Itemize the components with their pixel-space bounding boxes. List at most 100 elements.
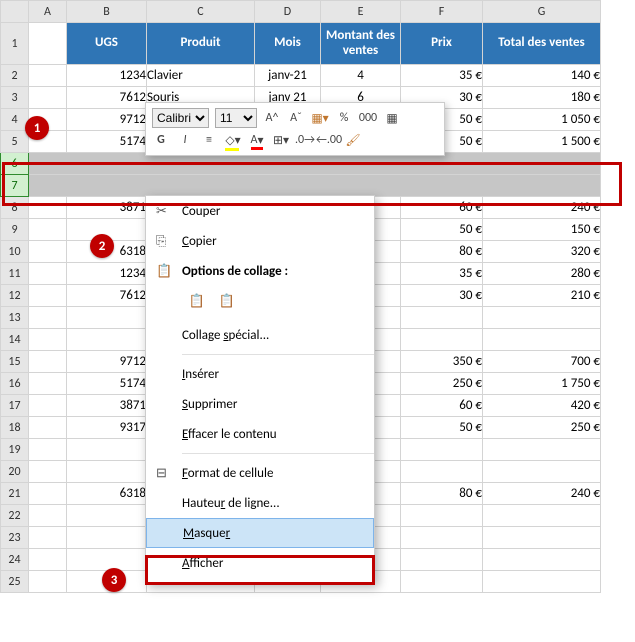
cell[interactable]	[29, 571, 67, 593]
row-header[interactable]: 6	[1, 153, 29, 175]
cell[interactable]	[29, 439, 67, 461]
cell[interactable]	[67, 549, 147, 571]
cell[interactable]: 240 €	[483, 483, 601, 505]
cell[interactable]	[401, 439, 483, 461]
cell[interactable]: 1 050 €	[483, 109, 601, 131]
row-header[interactable]: 5	[1, 131, 29, 153]
cell[interactable]	[29, 65, 67, 87]
row-header[interactable]: 2	[1, 65, 29, 87]
cell[interactable]: 250 €	[483, 417, 601, 439]
cell[interactable]: 1234	[67, 65, 147, 87]
cell[interactable]	[29, 461, 67, 483]
cell[interactable]	[483, 527, 601, 549]
comma-style-icon[interactable]: 000	[359, 109, 377, 127]
row-header[interactable]: 16	[1, 373, 29, 395]
column-header[interactable]: E	[321, 1, 401, 23]
cell[interactable]: 9712	[67, 109, 147, 131]
cell[interactable]: 60 €	[401, 197, 483, 219]
cell[interactable]	[67, 527, 147, 549]
cell[interactable]	[29, 307, 67, 329]
cell[interactable]	[401, 307, 483, 329]
cell[interactable]: 210 €	[483, 285, 601, 307]
cell[interactable]	[483, 329, 601, 351]
row-header[interactable]: 10	[1, 241, 29, 263]
cell[interactable]	[29, 263, 67, 285]
cell[interactable]	[29, 87, 67, 109]
cell[interactable]	[29, 549, 67, 571]
cell[interactable]	[29, 219, 67, 241]
cell[interactable]: 50 €	[401, 219, 483, 241]
row-header[interactable]: 18	[1, 417, 29, 439]
cell[interactable]: 80 €	[401, 241, 483, 263]
cell[interactable]: 3871	[67, 197, 147, 219]
cell[interactable]	[29, 285, 67, 307]
cell[interactable]	[29, 505, 67, 527]
cell[interactable]: janv-21	[255, 65, 321, 87]
italic-button[interactable]: I	[176, 131, 194, 149]
cell[interactable]: 35 €	[401, 65, 483, 87]
row-header[interactable]: 8	[1, 197, 29, 219]
cell[interactable]: 35 €	[401, 263, 483, 285]
cell[interactable]: 30 €	[401, 285, 483, 307]
selected-row[interactable]	[29, 175, 601, 197]
cell[interactable]	[29, 241, 67, 263]
cell[interactable]	[67, 461, 147, 483]
row-header[interactable]: 11	[1, 263, 29, 285]
cell[interactable]: 240 €	[483, 197, 601, 219]
row-header[interactable]: 14	[1, 329, 29, 351]
header-cell[interactable]: Prix	[401, 23, 483, 65]
paste-icon-2[interactable]: 📋	[216, 290, 238, 312]
cell[interactable]: 9317	[67, 417, 147, 439]
header-cell[interactable]: UGS	[67, 23, 147, 65]
row-header[interactable]: 12	[1, 285, 29, 307]
cell[interactable]	[483, 571, 601, 593]
column-headers[interactable]: ABCDEFG	[1, 1, 601, 23]
row-header[interactable]: 9	[1, 219, 29, 241]
cell[interactable]: 420 €	[483, 395, 601, 417]
increase-decimal-icon[interactable]: .0→	[296, 131, 314, 149]
cell[interactable]	[29, 351, 67, 373]
borders-icon[interactable]: ⊞▾	[272, 131, 290, 149]
menu-insert[interactable]: Insérer	[146, 359, 374, 389]
row-header[interactable]: 7	[1, 175, 29, 197]
cell[interactable]	[401, 329, 483, 351]
font-select[interactable]: Calibri	[152, 108, 209, 128]
cell[interactable]	[401, 571, 483, 593]
header-cell[interactable]: Total des ventes	[483, 23, 601, 65]
column-header[interactable]: G	[483, 1, 601, 23]
column-header[interactable]: B	[67, 1, 147, 23]
row-header[interactable]: 25	[1, 571, 29, 593]
cell[interactable]	[67, 505, 147, 527]
cell[interactable]	[67, 307, 147, 329]
cell[interactable]: 1 750 €	[483, 373, 601, 395]
column-header[interactable]: C	[147, 1, 255, 23]
align-icon[interactable]: ≡	[200, 131, 218, 149]
row-header[interactable]: 1	[1, 23, 29, 65]
cell[interactable]: 9712	[67, 351, 147, 373]
paste-icon-1[interactable]: 📋	[186, 290, 208, 312]
cell[interactable]: 7612	[67, 87, 147, 109]
bold-button[interactable]: G	[152, 131, 170, 149]
cell[interactable]: 60 €	[401, 395, 483, 417]
cell[interactable]: 50 €	[401, 417, 483, 439]
menu-hide[interactable]: Masquer	[146, 518, 374, 548]
cell[interactable]	[29, 527, 67, 549]
cell[interactable]: 5174	[67, 131, 147, 153]
cell[interactable]: 280 €	[483, 263, 601, 285]
merge-icon[interactable]: ▦	[383, 109, 401, 127]
row-header[interactable]: 24	[1, 549, 29, 571]
mini-toolbar[interactable]: Calibri 11 A^ Aˇ ▦▾ % 000 ▦ G I ≡ ◇▾ A▾ …	[145, 102, 445, 156]
decrease-decimal-icon[interactable]: ←.00	[320, 131, 338, 149]
menu-delete[interactable]: Supprimer	[146, 389, 374, 419]
menu-paste-special[interactable]: Collage spécial...	[146, 320, 374, 350]
cell[interactable]: 320 €	[483, 241, 601, 263]
cell[interactable]	[29, 329, 67, 351]
column-header[interactable]	[1, 1, 29, 23]
header-cell[interactable]: Produit	[147, 23, 255, 65]
cell[interactable]	[29, 483, 67, 505]
cell[interactable]: 1 500 €	[483, 131, 601, 153]
cell[interactable]	[401, 505, 483, 527]
cell[interactable]	[483, 549, 601, 571]
cell[interactable]: 5174	[67, 373, 147, 395]
cell[interactable]	[401, 461, 483, 483]
